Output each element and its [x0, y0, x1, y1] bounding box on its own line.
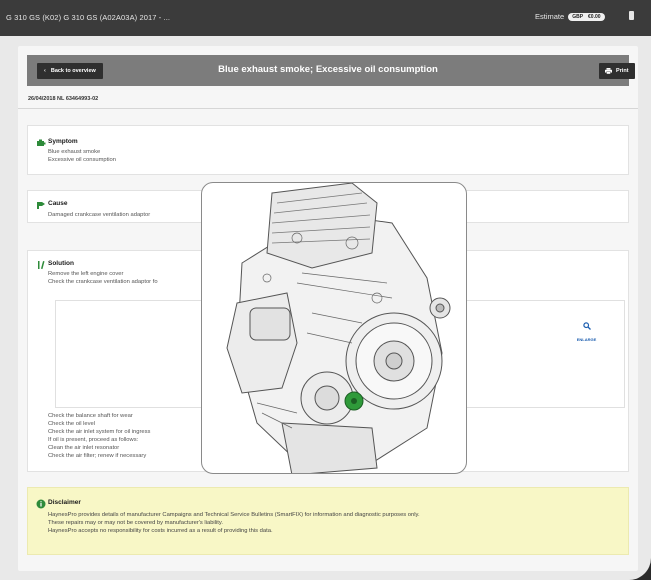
info-circle-icon: [36, 499, 46, 509]
engine-check-icon: [37, 139, 46, 146]
vehicle-breadcrumb[interactable]: G 310 GS (K02) G 310 GS (A02A03A) 2017 -…: [6, 13, 170, 22]
wrench-icon: [37, 202, 45, 209]
tools-icon: [38, 260, 45, 270]
disclaimer-line: HaynesPro accepts no responsibility for …: [48, 528, 273, 534]
solution-step: If oil is present, proceed as follows:: [48, 437, 139, 443]
solution-step: Check the air inlet system for oil ingre…: [48, 429, 151, 435]
divider: [18, 108, 638, 109]
symptom-title: Symptom: [48, 138, 78, 145]
estimate-amount: €0.00: [588, 13, 601, 20]
page-title: Blue exhaust smoke; Excessive oil consum…: [218, 64, 438, 75]
symptom-line: Blue exhaust smoke: [48, 149, 101, 155]
title-bar: G 310 GS (K02) G 310 GS (A02A03A) 2017 -…: [0, 0, 651, 36]
solution-step: Check the balance shaft for wear: [48, 413, 133, 419]
disclaimer-line: HaynesPro provides details of manufactur…: [48, 512, 420, 518]
solution-step: Remove the left engine cover: [48, 271, 124, 277]
estimate-label: Estimate: [535, 12, 565, 21]
solution-step: Check the oil level: [48, 421, 96, 427]
cause-line: Damaged crankcase ventilation adaptor: [48, 212, 151, 218]
estimate-pill[interactable]: GBP €0.00: [568, 12, 605, 21]
disclaimer-section: Disclaimer HaynesPro provides details of…: [27, 487, 629, 555]
disclaimer-title: Disclaimer: [48, 499, 81, 506]
solution-step: Check the crankcase ventilation adaptor …: [48, 279, 158, 285]
engine-drawing: [226, 183, 451, 473]
symptom-section: Symptom Blue exhaust smoke Excessive oil…: [27, 125, 629, 175]
solution-step: Check the air filter; renew if necessary: [48, 453, 147, 459]
menu-icon[interactable]: [629, 11, 634, 20]
solution-step: Clean the air inlet resonator: [48, 445, 120, 451]
print-button[interactable]: Print: [599, 63, 635, 79]
currency-code: GBP: [572, 13, 584, 20]
document-reference: 26/04/2018 NL 63464993-02: [28, 96, 99, 102]
enlarge-button[interactable]: ENLARGE: [569, 317, 604, 342]
symptom-line: Excessive oil consumption: [48, 157, 116, 163]
printer-icon: [605, 68, 612, 74]
cause-title: Cause: [48, 200, 68, 207]
enlarge-label: ENLARGE: [576, 337, 597, 342]
header-bar: ‹ Back to overview Blue exhaust smoke; E…: [27, 55, 635, 86]
app-window: G 310 GS (K02) G 310 GS (A02A03A) 2017 -…: [0, 0, 651, 580]
estimate-widget[interactable]: Estimate GBP €0.00: [535, 12, 605, 21]
engine-illustration[interactable]: [201, 182, 467, 474]
print-button-label: Print: [616, 68, 629, 74]
solution-title: Solution: [48, 260, 74, 267]
disclaimer-line: These repairs may or may not be covered …: [48, 520, 223, 526]
magnifier-icon: [582, 322, 591, 330]
